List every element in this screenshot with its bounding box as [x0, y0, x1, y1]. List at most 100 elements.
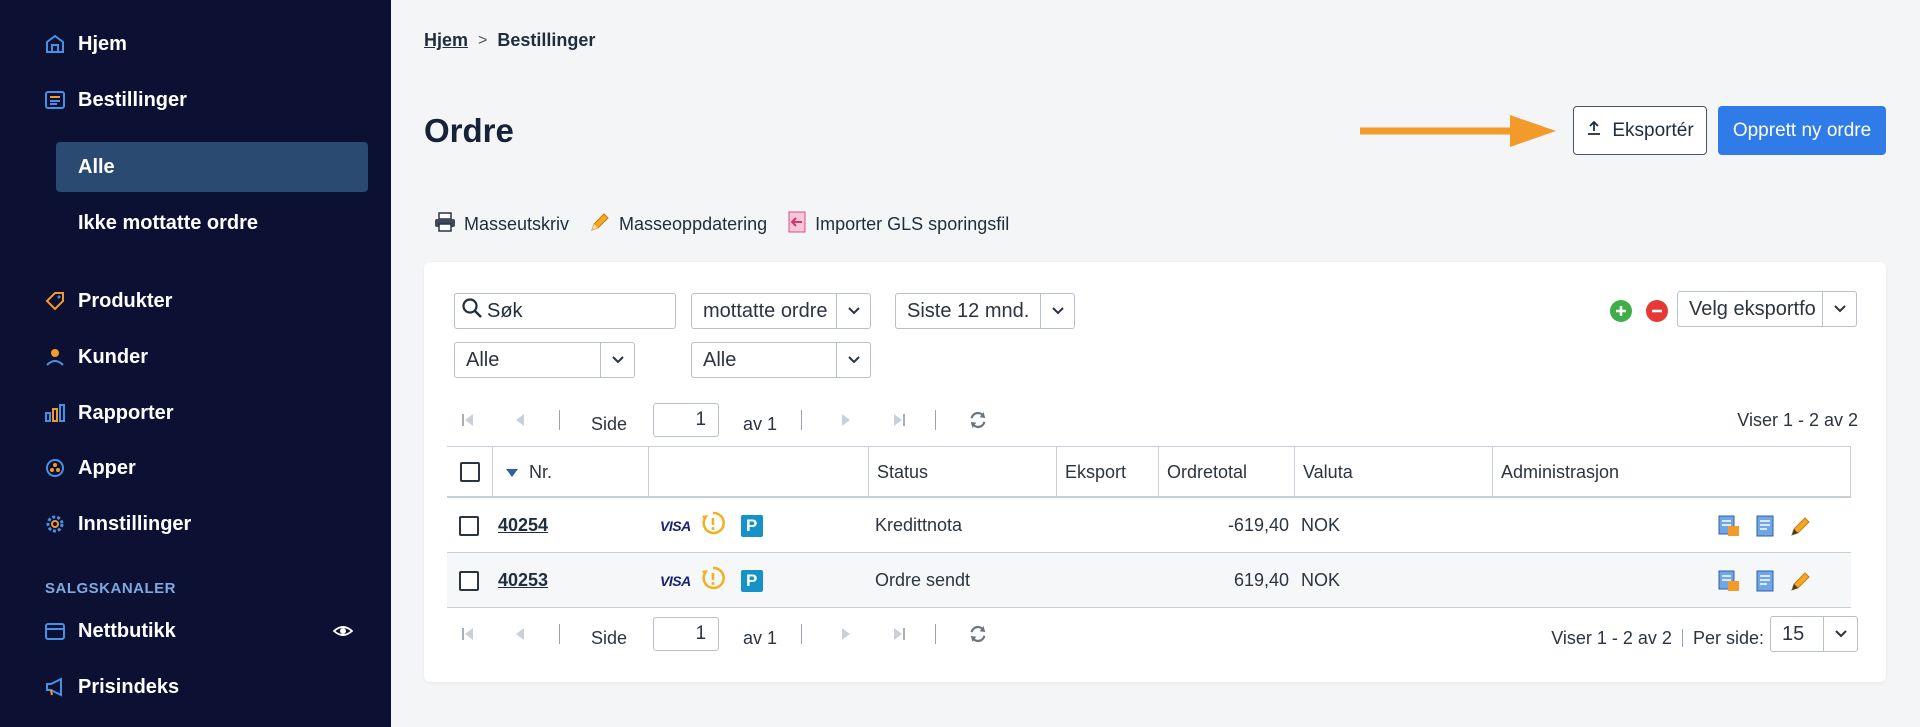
edit-icon[interactable] — [1789, 514, 1813, 538]
order-number-link[interactable]: 40253 — [498, 570, 548, 591]
pager-bottom: Side 1 av 1 Viser 1 - 2 av 2 Per side: 1… — [454, 616, 1858, 652]
invoice-icon[interactable] — [1753, 569, 1777, 593]
period-filter-select[interactable]: Siste 12 mnd. — [895, 293, 1075, 329]
breadcrumb-separator: > — [478, 31, 488, 49]
warning-icon — [701, 511, 725, 540]
import-gls-label: Importer GLS sporingsfil — [815, 214, 1010, 234]
printer-icon — [434, 212, 456, 237]
refresh-icon[interactable] — [968, 624, 988, 644]
chevron-down-icon — [836, 294, 870, 328]
pager-top: Side 1 av 1 Viser 1 - 2 av 2 — [454, 403, 1858, 437]
sidebar-section-title: SALGSKANALER — [45, 580, 177, 597]
filter-select-b[interactable]: Alle — [691, 342, 871, 378]
chevron-down-icon — [1823, 617, 1857, 651]
column-header-ordretotal[interactable]: Ordretotal — [1159, 447, 1295, 497]
table-row[interactable]: 40254 VISA P Kredittnota -619,40 NOK — [447, 498, 1851, 553]
packing-slip-icon[interactable] — [1717, 514, 1741, 538]
column-header-valuta[interactable]: Valuta — [1295, 447, 1493, 497]
sidebar-item-innstillinger[interactable]: Innstillinger — [44, 504, 191, 544]
filter-select-a[interactable]: Alle — [454, 342, 635, 378]
next-page-icon[interactable] — [836, 410, 856, 430]
eye-icon[interactable] — [332, 621, 354, 641]
packing-slip-icon[interactable] — [1717, 569, 1741, 593]
sidebar-item-produkter[interactable]: Produkter — [44, 281, 172, 321]
prev-page-icon[interactable] — [510, 624, 530, 644]
sidebar-item-label: Hjem — [78, 32, 127, 55]
order-number-link[interactable]: 40254 — [498, 515, 548, 536]
annotation-arrow — [1360, 115, 1556, 147]
sidebar-item-label: Bestillinger — [78, 88, 187, 111]
gear-icon — [44, 513, 66, 535]
sidebar-item-hjem[interactable]: Hjem — [44, 24, 127, 64]
next-page-icon[interactable] — [836, 624, 856, 644]
upload-icon — [1586, 120, 1602, 142]
bulk-toolbar: Masseutskriv Masseoppdatering Importer G… — [434, 211, 1029, 238]
remove-filter-button[interactable] — [1646, 300, 1668, 322]
prev-page-icon[interactable] — [510, 410, 530, 430]
sidebar-item-rapporter[interactable]: Rapporter — [44, 393, 174, 433]
chevron-down-icon — [1822, 292, 1856, 326]
first-page-icon[interactable] — [458, 624, 478, 644]
add-filter-button[interactable] — [1610, 300, 1632, 322]
tag-icon — [44, 290, 66, 312]
page-count-label: av 1 — [743, 413, 778, 434]
create-order-button[interactable]: Opprett ny ordre — [1718, 106, 1886, 155]
sidebar-subitem-alle[interactable]: Alle — [56, 142, 368, 192]
pager-divider — [559, 410, 560, 430]
sidebar-item-label: Apper — [78, 456, 136, 479]
column-header-status[interactable]: Status — [869, 447, 1057, 497]
sidebar-item-apper[interactable]: Apper — [44, 448, 136, 488]
sidebar-item-kunder[interactable]: Kunder — [44, 337, 148, 377]
row-checkbox-cell — [459, 498, 479, 553]
page-number-input[interactable]: 1 — [653, 403, 720, 437]
order-total-cell: -619,40 — [1227, 515, 1289, 535]
filter-b-value: Alle — [703, 348, 737, 371]
column-header-nr[interactable]: Nr. — [493, 447, 649, 497]
select-all-checkbox[interactable] — [459, 462, 480, 482]
row-checkbox[interactable] — [459, 515, 479, 536]
sidebar-item-prisindeks[interactable]: Prisindeks — [44, 667, 179, 707]
mass-print-button[interactable]: Masseutskriv — [434, 212, 569, 237]
mass-update-button[interactable]: Masseoppdatering — [589, 211, 767, 238]
column-header-eksport[interactable]: Eksport — [1057, 447, 1159, 497]
import-gls-button[interactable]: Importer GLS sporingsfil — [787, 211, 1009, 238]
import-icon — [787, 211, 807, 238]
row-checkbox[interactable] — [459, 570, 479, 591]
per-page-select[interactable]: 15 — [1770, 616, 1858, 652]
export-button-label: Eksportér — [1612, 119, 1694, 141]
currency-cell: NOK — [1301, 515, 1341, 535]
row-checkbox-cell — [459, 553, 479, 608]
sidebar-item-bestillinger[interactable]: Bestillinger — [44, 80, 187, 120]
orders-table: Nr. Status Eksport Ordretotal Valuta Adm… — [447, 446, 1851, 608]
sidebar: Hjem Bestillinger Alle Ikke mottatte ord… — [0, 0, 391, 727]
refresh-icon[interactable] — [968, 410, 988, 430]
export-button[interactable]: Eksportér — [1573, 106, 1707, 155]
table-row[interactable]: 40253 VISA P Ordre sendt 619,40 NOK — [447, 553, 1851, 608]
page-number-input[interactable]: 1 — [653, 617, 720, 651]
user-icon — [44, 346, 66, 368]
result-count-label: Viser 1 - 2 av 2 — [1737, 409, 1858, 430]
per-page-value: 15 — [1782, 622, 1805, 645]
breadcrumb-home-link[interactable]: Hjem — [424, 30, 468, 51]
bar-chart-icon — [44, 402, 66, 424]
filter-a-value: Alle — [466, 348, 500, 371]
first-page-icon[interactable] — [458, 410, 478, 430]
admin-actions-cell — [1717, 553, 1813, 608]
order-number-cell: 40254 — [498, 498, 548, 553]
export-format-select[interactable]: Velg eksportfo — [1677, 291, 1857, 327]
last-page-icon[interactable] — [889, 410, 909, 430]
search-input[interactable]: Søk — [454, 293, 676, 329]
last-page-icon[interactable] — [889, 624, 909, 644]
edit-icon[interactable] — [1789, 569, 1813, 593]
page-label: Side — [591, 627, 628, 648]
sidebar-item-nettbutikk[interactable]: Nettbutikk — [44, 611, 176, 651]
sidebar-item-label: Kunder — [78, 345, 148, 368]
search-icon — [461, 297, 483, 325]
status-filter-select[interactable]: mottatte ordre — [691, 293, 871, 329]
invoice-icon[interactable] — [1753, 514, 1777, 538]
pager-divider — [935, 410, 937, 430]
orders-icon — [44, 89, 66, 111]
sidebar-subitem-ikke-mottatte[interactable]: Ikke mottatte ordre — [56, 198, 368, 248]
store-icon — [44, 620, 66, 642]
home-icon — [44, 33, 66, 55]
